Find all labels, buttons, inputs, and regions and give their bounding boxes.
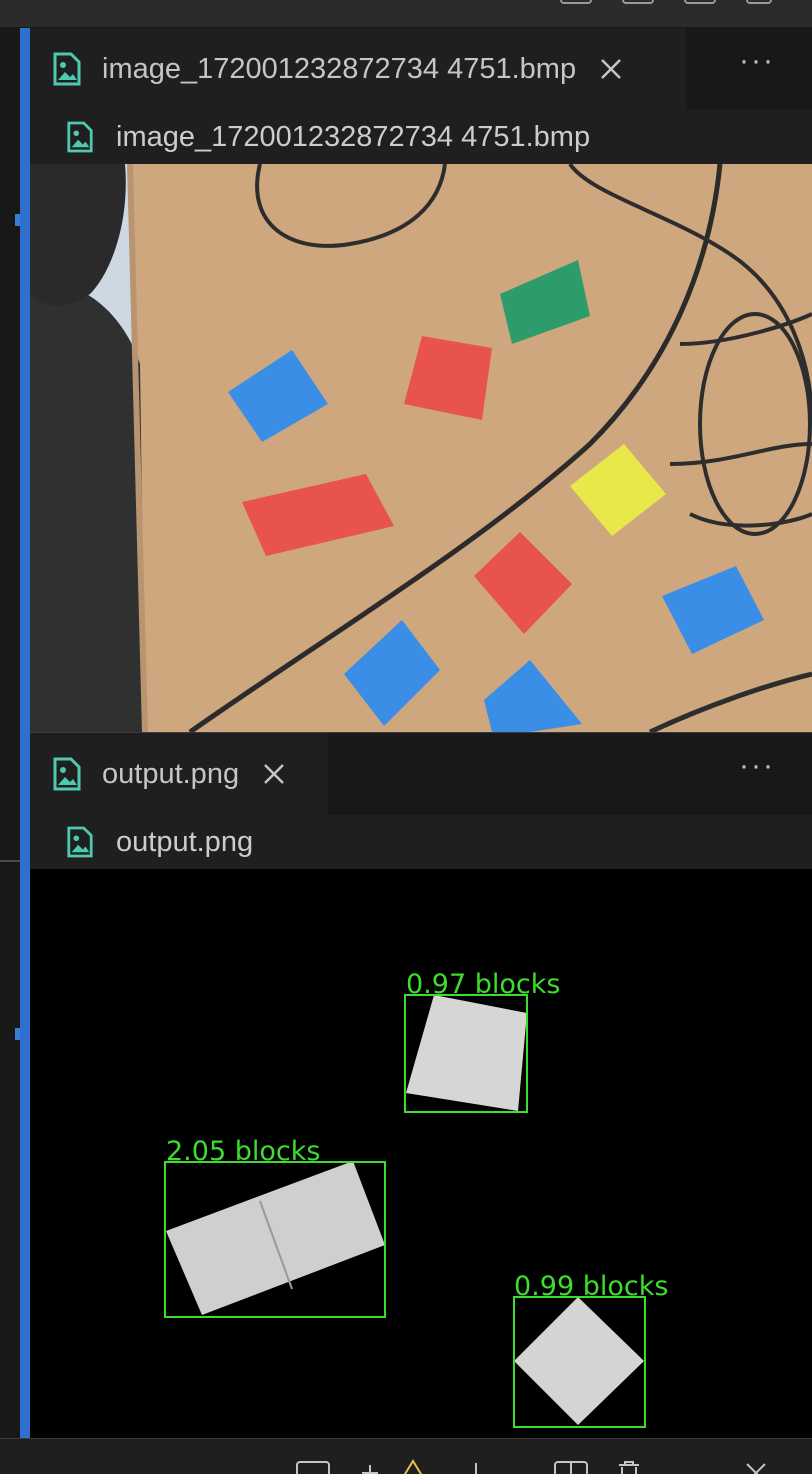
close-panel-icon[interactable] (744, 1461, 768, 1474)
breadcrumb: output.png (30, 815, 812, 869)
editor-group-top: image_172001232872734 4751.bmp ··· image… (30, 28, 812, 732)
layout-sidebar-icon[interactable] (622, 0, 654, 4)
breadcrumb-item[interactable]: image_172001232872734 4751.bmp (116, 121, 590, 154)
panel-toolbar (0, 1438, 812, 1474)
detection-label: 0.99 blocks (514, 1271, 668, 1302)
breadcrumb-item[interactable]: output.png (116, 826, 253, 859)
editor-group-bottom: output.png ··· output.png 0.97 blocks 2.… (30, 732, 812, 1439)
layout-panel-icon[interactable] (560, 0, 592, 4)
editor-group-focus-indicator (20, 28, 30, 1438)
more-actions-icon[interactable]: ··· (732, 46, 782, 84)
tab-output-png[interactable]: output.png (30, 733, 328, 815)
breadcrumb: image_172001232872734 4751.bmp (30, 110, 812, 164)
split-editor-icon[interactable] (554, 1461, 588, 1474)
gutter-divider (0, 860, 20, 862)
close-icon[interactable] (598, 56, 624, 82)
image-viewer (30, 164, 812, 732)
detection-label: 0.97 blocks (406, 969, 560, 1000)
split-divider-icon[interactable] (466, 1461, 486, 1474)
warning-icon[interactable] (400, 1459, 426, 1474)
add-icon[interactable] (360, 1461, 380, 1474)
detection-output-image: 0.97 blocks 2.05 blocks 0.99 blocks (30, 869, 812, 1439)
tab-label: image_172001232872734 4751.bmp (102, 52, 577, 85)
detection-label: 2.05 blocks (166, 1136, 320, 1167)
more-actions-icon[interactable]: ··· (732, 751, 782, 789)
panel-toggle-icon[interactable] (296, 1461, 330, 1474)
tab-bar: image_172001232872734 4751.bmp ··· (30, 28, 812, 110)
image-file-icon (67, 826, 93, 858)
tab-bar: output.png ··· (30, 733, 812, 815)
title-bar (0, 0, 812, 28)
tab-label: output.png (102, 757, 240, 790)
image-viewer: 0.97 blocks 2.05 blocks 0.99 blocks (30, 869, 812, 1439)
close-icon[interactable] (261, 761, 287, 787)
activity-gutter (0, 28, 20, 1438)
tab-image-bmp[interactable]: image_172001232872734 4751.bmp (30, 28, 686, 110)
camera-photo (30, 164, 812, 732)
layout-customize-icon[interactable] (746, 0, 772, 4)
image-file-icon (53, 757, 81, 791)
image-file-icon (53, 52, 81, 86)
trash-icon[interactable] (616, 1461, 642, 1474)
image-file-icon (67, 121, 93, 153)
layout-split-icon[interactable] (684, 0, 716, 4)
